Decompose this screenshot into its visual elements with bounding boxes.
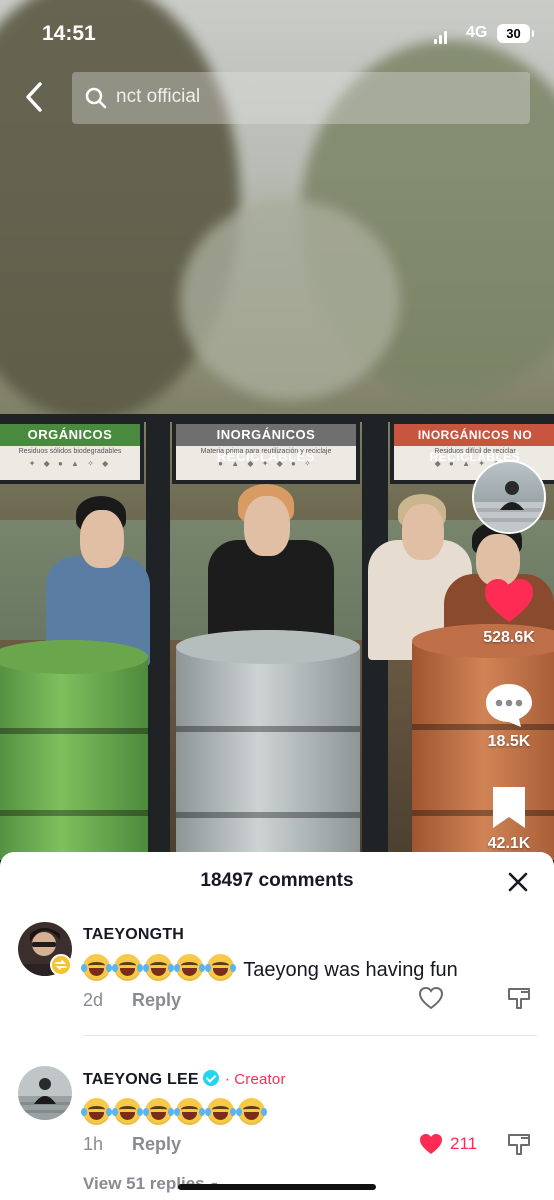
avatar-image <box>18 1066 72 1120</box>
comment-dislike-button[interactable] <box>506 986 532 1017</box>
comment-like-count: 211 <box>450 1134 478 1153</box>
avatar[interactable] <box>18 1066 72 1120</box>
reply-button[interactable]: Reply <box>132 990 181 1010</box>
sign-reciclables: INORGÁNICOS RECICLABLES Materia prima pa… <box>172 420 360 484</box>
comment-divider <box>83 1035 537 1036</box>
tree-middle <box>180 200 400 400</box>
comment-username[interactable]: TAEYONGTH <box>83 926 184 944</box>
search-icon <box>85 87 107 109</box>
heart-icon <box>485 579 533 622</box>
tears-of-joy-emoji-icon <box>174 1098 205 1125</box>
comment-text <box>81 1098 269 1126</box>
sign-organicos: ORGÁNICOS Residuos sólidos biodegradable… <box>0 420 144 484</box>
search-bar[interactable]: nct official <box>72 72 530 124</box>
comment-time: 1h <box>83 1134 104 1154</box>
verified-badge-icon <box>202 1070 219 1086</box>
heart-filled-icon <box>420 1134 442 1154</box>
heart-outline-icon <box>418 986 444 1010</box>
save-count: 42.1K <box>487 835 531 852</box>
repost-icon <box>50 954 72 976</box>
emoji-tears-of-joy <box>81 954 238 981</box>
comments-sheet: 18497 comments TAEYONGTH Taeyong was hav… <box>0 852 554 1200</box>
home-indicator <box>178 1184 376 1190</box>
dislike-icon <box>508 988 530 1009</box>
tears-of-joy-emoji-icon <box>143 1098 174 1125</box>
comment-meta: 1h Reply <box>83 1134 181 1155</box>
dislike-icon <box>508 1134 530 1155</box>
like-button[interactable]: 528.6K <box>480 578 538 647</box>
comment-count: 18.5K <box>487 733 531 750</box>
comment-meta: 2d Reply <box>83 990 181 1011</box>
tears-of-joy-emoji-icon <box>236 1098 267 1125</box>
comment-like-button[interactable] <box>418 1132 444 1161</box>
close-button[interactable] <box>506 870 530 894</box>
comment-icon <box>486 684 532 727</box>
comment-dislike-button[interactable] <box>506 1132 532 1163</box>
tears-of-joy-emoji-icon <box>205 954 236 981</box>
reply-button[interactable]: Reply <box>132 1134 181 1154</box>
barrel-green <box>0 640 148 860</box>
status-time: 14:51 <box>42 22 96 45</box>
signal-icon <box>434 28 450 44</box>
creator-label: Creator <box>234 1071 286 1088</box>
tears-of-joy-emoji-icon <box>143 954 174 981</box>
comment-text: Taeyong was having fun <box>81 954 458 982</box>
like-count: 528.6K <box>483 629 535 646</box>
tears-of-joy-emoji-icon <box>81 1098 112 1125</box>
tears-of-joy-emoji-icon <box>112 954 143 981</box>
network-type: 4G <box>466 24 488 41</box>
bookmark-icon <box>493 787 525 828</box>
comment-time: 2d <box>83 990 104 1010</box>
comment-like-button[interactable] <box>418 986 444 1015</box>
tears-of-joy-emoji-icon <box>81 954 112 981</box>
back-button[interactable] <box>20 80 50 114</box>
tears-of-joy-emoji-icon <box>205 1098 236 1125</box>
emoji-tears-of-joy <box>81 1098 269 1125</box>
video-player[interactable]: ORGÁNICOS Residuos sólidos biodegradable… <box>0 0 554 860</box>
comment-username[interactable]: TAEYONG LEE · Creator <box>83 1070 286 1089</box>
creator-avatar[interactable] <box>472 460 546 534</box>
tears-of-joy-emoji-icon <box>174 954 205 981</box>
tears-of-joy-emoji-icon <box>112 1098 143 1125</box>
chevron-left-icon <box>26 82 42 112</box>
barrel-grey <box>176 630 360 860</box>
comment-button[interactable]: 18.5K <box>480 682 538 751</box>
status-bar: 14:51 4G 30 <box>0 0 554 64</box>
comments-title: 18497 comments <box>200 870 354 891</box>
close-icon <box>508 872 528 892</box>
save-button[interactable]: 42.1K <box>480 784 538 853</box>
battery-icon: 30 <box>497 24 534 43</box>
search-query: nct official <box>116 86 201 107</box>
